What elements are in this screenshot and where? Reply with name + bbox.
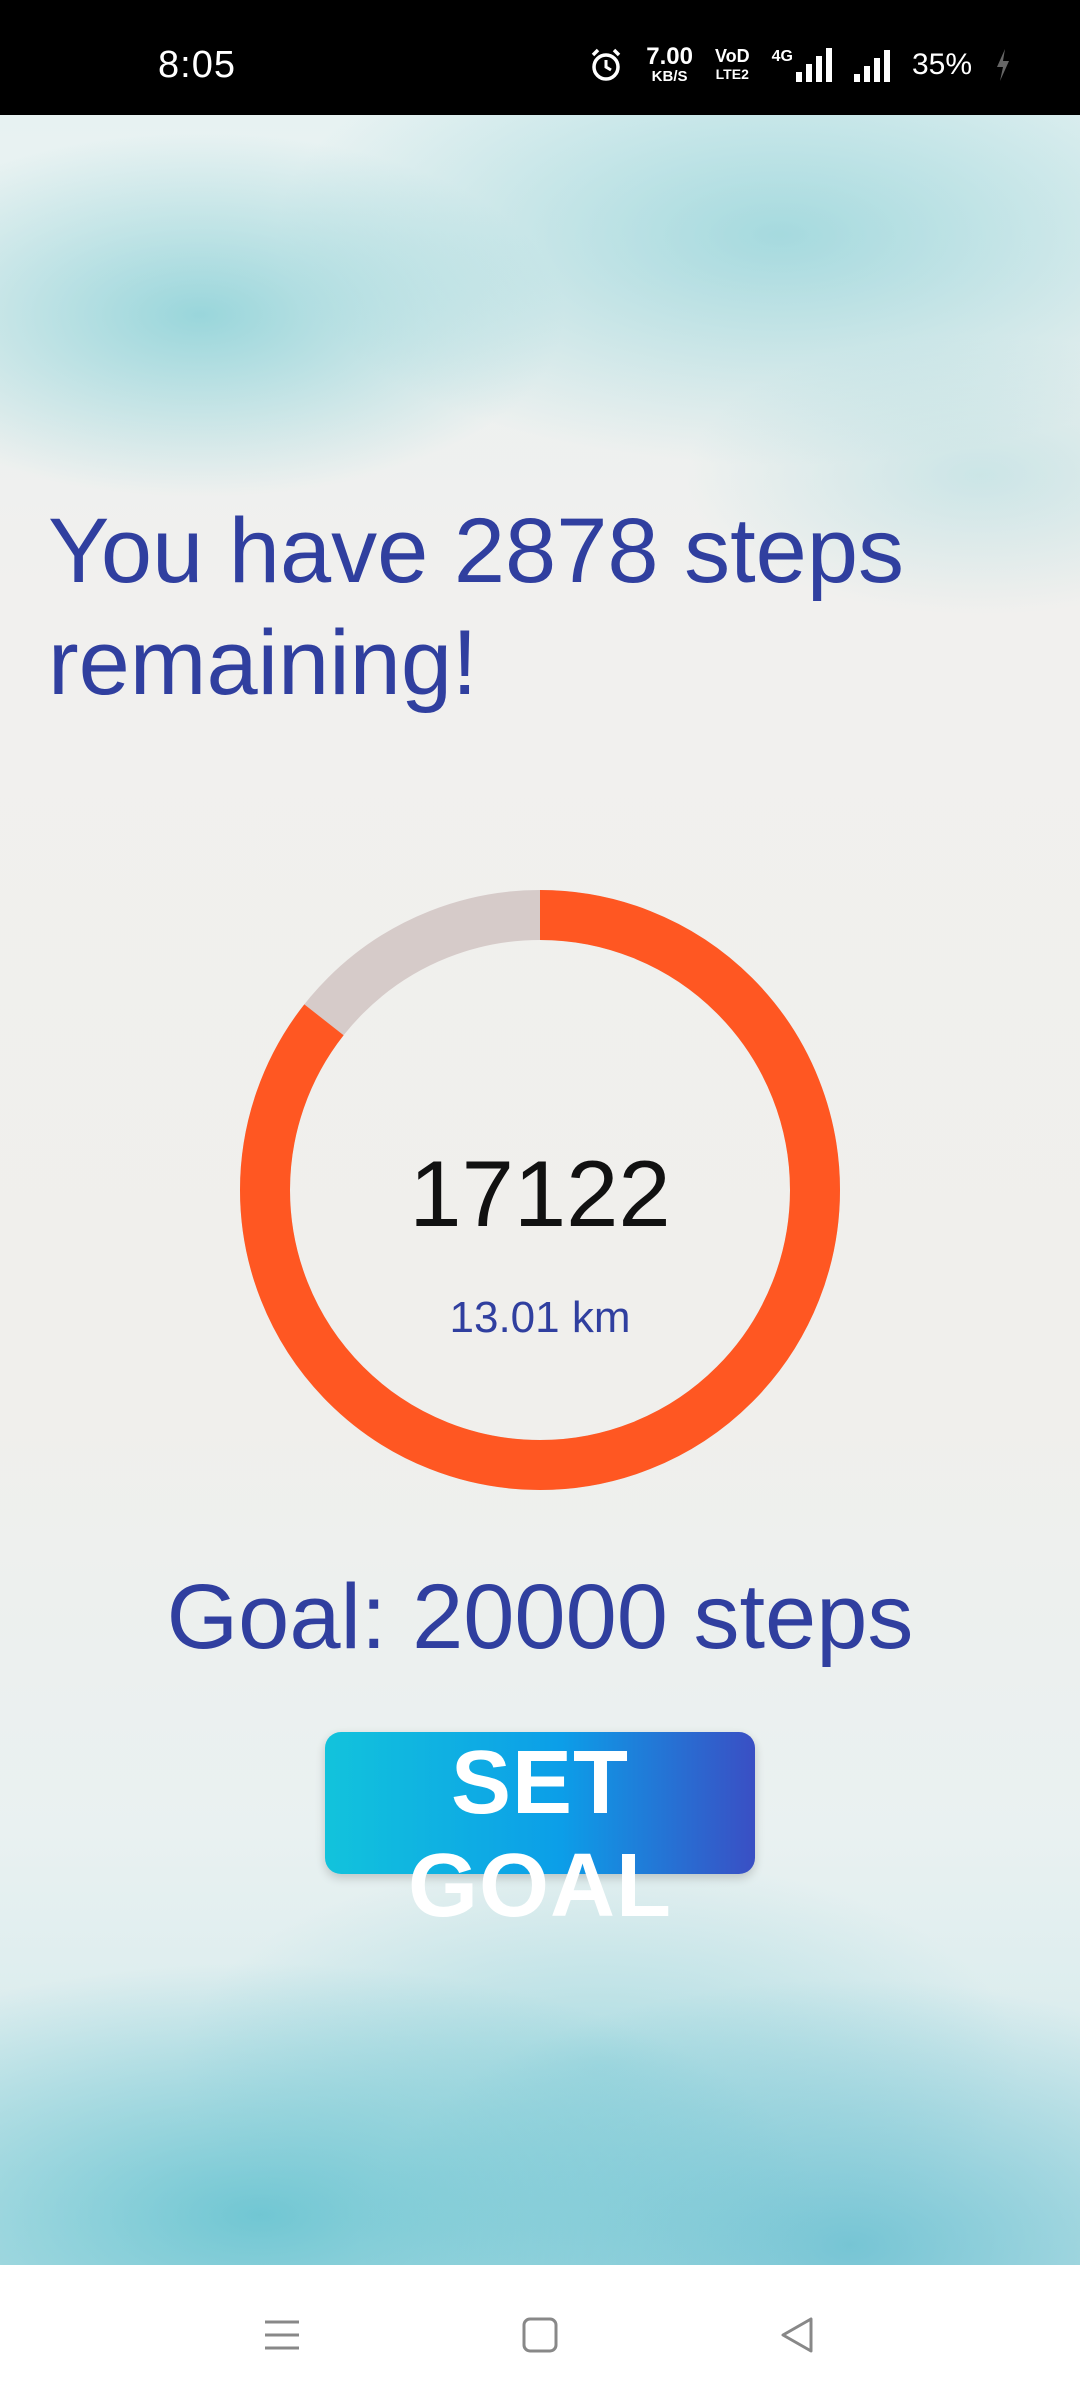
status-time: 8:05 bbox=[158, 44, 236, 86]
navigation-bar bbox=[0, 2265, 1080, 2400]
home-icon bbox=[522, 2317, 558, 2353]
signal-icon bbox=[795, 48, 832, 82]
alarm-icon bbox=[591, 48, 621, 81]
status-icons: 7.00 KB/S VoD LTE2 4G 35% bbox=[588, 40, 1012, 90]
screen: 8:05 7.00 KB/S VoD LTE2 4G 35% You have … bbox=[0, 0, 1080, 2400]
charging-icon bbox=[997, 49, 1009, 81]
distance-value: 13.01 km bbox=[449, 1293, 631, 1342]
volte-indicator: VoD LTE2 bbox=[714, 46, 750, 82]
network-speed: 7.00 KB/S bbox=[646, 43, 693, 85]
status-bar: 8:05 7.00 KB/S VoD LTE2 4G 35% bbox=[0, 0, 1080, 115]
steps-count: 17122 bbox=[409, 1141, 671, 1246]
steps-remaining-headline: You have 2878 steps remaining! bbox=[48, 500, 904, 714]
home-button[interactable] bbox=[505, 2300, 575, 2370]
progress-ring: 17122 13.01 km bbox=[240, 890, 840, 1490]
battery-level: 35% bbox=[911, 48, 972, 81]
goal-label: Goal: 20000 steps bbox=[166, 1566, 914, 1668]
back-button[interactable] bbox=[763, 2300, 833, 2370]
network-type: 4G bbox=[771, 48, 793, 65]
back-icon bbox=[781, 2317, 813, 2353]
signal-sim1: 4G bbox=[772, 48, 832, 82]
set-goal-button[interactable]: SET GOAL bbox=[325, 1732, 755, 1936]
menu-icon bbox=[265, 2320, 299, 2350]
menu-button[interactable] bbox=[247, 2300, 317, 2370]
signal-sim2-icon bbox=[853, 48, 890, 82]
